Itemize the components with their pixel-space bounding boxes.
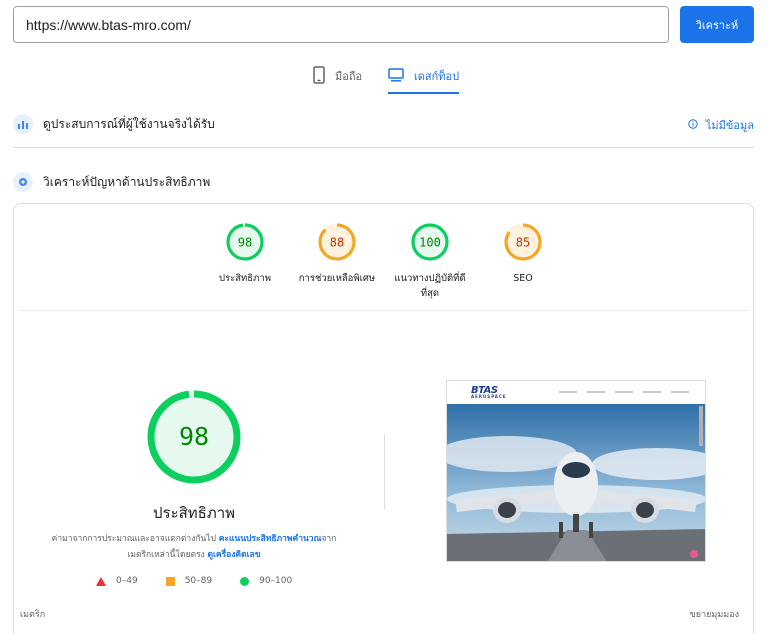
performance-big-score: 98 (179, 422, 209, 451)
legend-range: 90–100 (259, 576, 293, 586)
score-calculation-link[interactable]: คะแนนประสิทธิภาพคำนวณ (219, 534, 322, 544)
gauge-ring: 98 (226, 223, 264, 261)
note-prefix: ค่ามาจากการประมาณและอาจแตกต่างกันไป (51, 534, 216, 544)
tab-desktop[interactable]: เดสก์ท็อป (388, 58, 460, 94)
screenshot-header: BTAS AEROSPACE (447, 381, 705, 404)
tab-desktop-label: เดสก์ท็อป (414, 70, 460, 83)
diagnose-title: วิเคราะห์ปัญหาด้านประสิทธิภาพ (43, 174, 211, 189)
card-divider (20, 310, 748, 311)
page-screenshot[interactable]: BTAS AEROSPACE (446, 380, 706, 562)
performance-note: ค่ามาจากการประมาณและอาจแตกต่างกันไป คะแน… (44, 531, 344, 563)
screenshot-nav (559, 391, 689, 393)
btas-logo: BTAS AEROSPACE (471, 385, 507, 399)
info-icon (688, 118, 698, 132)
pass-circle-icon (240, 576, 250, 586)
gauge-label: แนวทางปฏิบัติที่ดีที่สุด (394, 273, 466, 299)
airplane-hero-image (447, 404, 705, 561)
gauge-score: 85 (516, 236, 530, 250)
desktop-monitor-icon (388, 67, 404, 85)
calculator-link[interactable]: ดูเครื่องคิดเลข (207, 550, 260, 560)
vertical-divider (384, 434, 385, 509)
legend-fail: 0–49 (96, 576, 138, 586)
gauge-accessibility[interactable]: 88 การช่วยเหลือพิเศษ (287, 222, 387, 286)
gauge-score: 98 (238, 236, 252, 250)
gauge-score: 88 (330, 236, 344, 250)
analyze-button[interactable]: วิเคราะห์ (680, 6, 754, 43)
device-tabs: มือถือ เดสก์ท็อป (0, 58, 768, 94)
fail-triangle-icon (96, 576, 106, 586)
users-chart-icon (13, 114, 33, 134)
gauge-ring: 88 (318, 223, 356, 261)
performance-title: ประสิทธิภาพ (152, 504, 236, 522)
section-divider (13, 147, 754, 148)
gauge-score: 100 (419, 236, 441, 250)
performance-big-gauge: 98 (147, 390, 241, 484)
gauge-ring: 100 (411, 223, 449, 261)
gauge-label: การช่วยเหลือพิเศษ (298, 273, 376, 284)
crux-section-header: ดูประสบการณ์ที่ผู้ใช้งานจริงได้รับ (13, 107, 754, 141)
legend-average: 50–89 (165, 576, 213, 586)
average-square-icon (165, 576, 175, 586)
lighthouse-icon (13, 172, 33, 192)
legend-range: 0–49 (116, 576, 138, 586)
crux-title: ดูประสบการณ์ที่ผู้ใช้งานจริงได้รับ (43, 116, 215, 131)
tab-mobile-label: มือถือ (335, 70, 363, 83)
gauge-seo[interactable]: 85 SEO (473, 222, 573, 286)
diagnose-section-header: วิเคราะห์ปัญหาด้านประสิทธิภาพ (13, 165, 754, 199)
metrics-heading: เมตริก (20, 610, 46, 620)
mobile-phone-icon (313, 65, 325, 87)
tab-mobile[interactable]: มือถือ (313, 58, 362, 94)
report-card: 98 ประสิทธิภาพ 88 การช่วยเหลือพิเศษ 100 … (13, 203, 754, 634)
gauge-best-practices[interactable]: 100 แนวทางปฏิบัติที่ดีที่สุด (380, 222, 480, 301)
legend-range: 50–89 (184, 576, 213, 586)
gauge-label: ประสิทธิภาพ (219, 273, 271, 284)
expand-view-toggle[interactable]: ขยายมุมมอง (690, 607, 739, 621)
score-gauges: 98 ประสิทธิภาพ 88 การช่วยเหลือพิเศษ 100 … (14, 222, 753, 312)
legend-pass: 90–100 (240, 576, 292, 586)
no-data-label: ไม่มีข้อมูล (705, 119, 754, 132)
gauge-performance[interactable]: 98 ประสิทธิภาพ (195, 222, 295, 286)
gauge-ring: 85 (504, 223, 542, 261)
score-legend: 0–49 50–89 90–100 (96, 576, 292, 586)
no-data-indicator[interactable]: ไม่มีข้อมูล (688, 116, 754, 134)
active-tab-indicator (388, 92, 460, 94)
url-input[interactable] (13, 6, 669, 43)
gauge-label: SEO (513, 273, 533, 284)
